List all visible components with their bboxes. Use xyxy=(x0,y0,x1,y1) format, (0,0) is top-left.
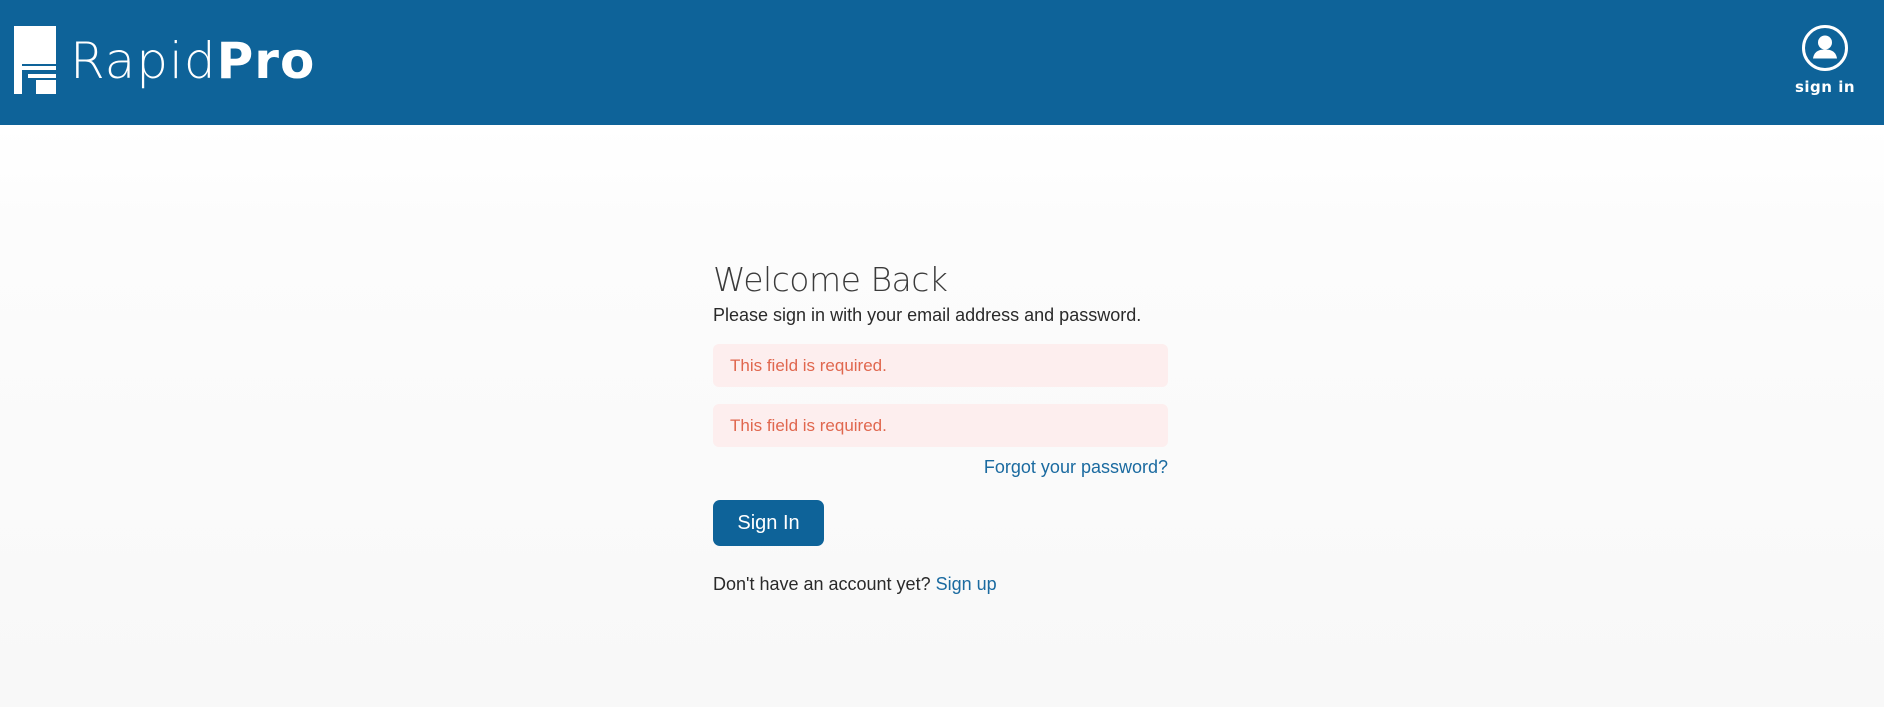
login-instructions: Please sign in with your email address a… xyxy=(713,305,1142,325)
main-content: Welcome Back Please sign in with your em… xyxy=(0,125,1884,707)
brand-name-light: Rapid xyxy=(70,32,217,90)
brand-name: RapidPro xyxy=(70,33,315,87)
password-field-error[interactable]: This field is required. xyxy=(713,404,1168,447)
forgot-password-row: Forgot your password? xyxy=(713,457,1168,478)
forgot-password-link[interactable]: Forgot your password? xyxy=(984,457,1168,477)
email-field-error[interactable]: This field is required. xyxy=(713,344,1168,387)
brand-name-bold: Pro xyxy=(216,32,316,90)
page-title: Welcome Back xyxy=(713,260,948,299)
brand-logo[interactable]: RapidPro xyxy=(14,20,315,100)
sign-up-link[interactable]: Sign up xyxy=(936,574,997,594)
sign-in-menu-label: sign in xyxy=(1794,78,1856,96)
user-circle-icon xyxy=(1802,25,1848,71)
top-navbar: RapidPro sign in xyxy=(0,0,1884,125)
rapidpro-logo-icon xyxy=(14,26,56,94)
signup-prompt: Don't have an account yet? xyxy=(713,574,931,594)
login-form: Welcome Back Please sign in with your em… xyxy=(713,260,1168,595)
sign-in-menu[interactable]: sign in xyxy=(1792,24,1858,96)
signup-row: Don't have an account yet? Sign up xyxy=(713,574,1168,595)
sign-in-button[interactable]: Sign In xyxy=(713,500,824,546)
